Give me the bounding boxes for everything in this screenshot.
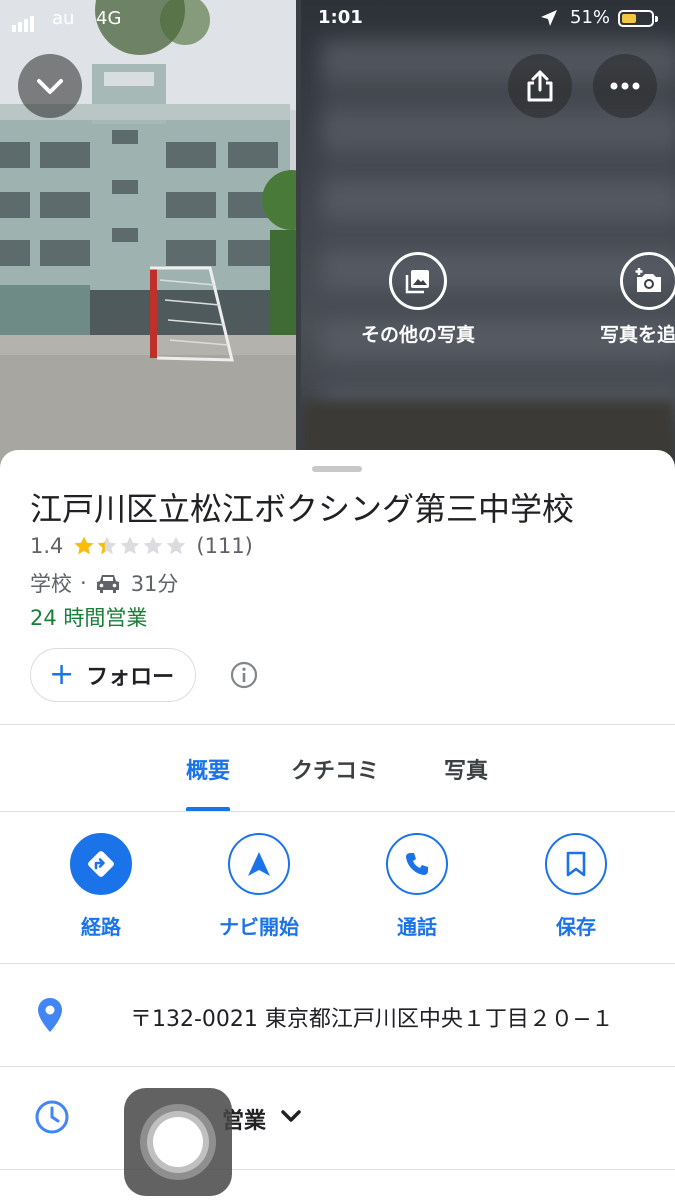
tab-overview[interactable]: 概要 xyxy=(186,753,230,785)
rating-value: 1.4 xyxy=(30,534,64,558)
rating-stars xyxy=(73,535,188,557)
phone-icon xyxy=(386,833,448,895)
tab-bar[interactable]: 概要 クチコミ 写真 xyxy=(0,725,675,811)
car-icon xyxy=(96,575,119,593)
share-button[interactable] xyxy=(508,54,572,118)
hours-status: 24 時間営業 xyxy=(30,606,148,630)
directions-button[interactable]: 経路 xyxy=(41,833,161,940)
star-icon xyxy=(75,536,94,555)
signal-strength-icon xyxy=(12,11,36,32)
follow-label: フォロー xyxy=(86,665,175,690)
divider xyxy=(0,811,675,812)
place-meta-row: 学校 · 31分 xyxy=(30,568,178,598)
photo-gallery[interactable]: au 4G 1:01 51% その他の写真 写真を追 xyxy=(0,0,675,470)
assistive-touch-button[interactable] xyxy=(124,1088,232,1196)
tab-reviews[interactable]: クチコミ xyxy=(291,753,379,785)
sheet-drag-handle[interactable] xyxy=(312,466,362,472)
action-buttons: 経路 ナビ開始 通話 保存 xyxy=(0,833,675,963)
call-label: 通話 xyxy=(397,915,437,939)
add-photo-camera-icon xyxy=(620,252,675,310)
directions-label: 経路 xyxy=(81,915,121,939)
meta-separator: · xyxy=(80,571,87,595)
photo-library-icon xyxy=(389,252,447,310)
start-navigation-button[interactable]: ナビ開始 xyxy=(199,833,319,940)
bookmark-icon xyxy=(545,833,607,895)
info-icon[interactable] xyxy=(230,661,258,689)
collapse-button[interactable] xyxy=(18,54,82,118)
place-title: 江戸川区立松江ボクシング第三中学校 xyxy=(30,490,575,528)
drive-time: 31分 xyxy=(130,572,179,596)
more-photos-button[interactable]: その他の写真 xyxy=(356,252,480,347)
share-icon xyxy=(527,70,553,102)
battery-icon xyxy=(618,10,658,27)
call-button[interactable]: 通話 xyxy=(357,833,477,940)
save-button[interactable]: 保存 xyxy=(516,833,636,940)
hours-row[interactable]: 営業 xyxy=(0,1067,675,1169)
address-text: 〒132-0021 東京都江戸川区中央１丁目２０−１ xyxy=(130,1007,614,1032)
status-bar: au 4G 1:01 51% xyxy=(0,0,675,38)
place-category: 学校 xyxy=(30,572,72,596)
star-icon xyxy=(121,536,140,555)
chevron-down-icon[interactable] xyxy=(280,1109,302,1125)
place-details-sheet[interactable]: 江戸川区立松江ボクシング第三中学校 1.4 (111) 学校 · 31分 24 … xyxy=(0,450,675,1200)
location-pin-icon xyxy=(38,998,62,1032)
review-count: (111) xyxy=(196,534,253,558)
add-photo-button[interactable]: 写真を追 xyxy=(600,252,675,347)
divider xyxy=(0,1169,675,1170)
follow-button[interactable]: + フォロー xyxy=(30,648,196,702)
carrier-name: au xyxy=(52,8,75,29)
navigation-icon xyxy=(228,833,290,895)
address-row[interactable]: 〒132-0021 東京都江戸川区中央１丁目２０−１ xyxy=(0,964,675,1066)
clock-icon xyxy=(35,1100,69,1134)
add-photo-label: 写真を追 xyxy=(600,324,675,346)
star-icon xyxy=(144,536,163,555)
plus-icon: + xyxy=(49,657,75,692)
more-horizontal-icon xyxy=(610,82,640,90)
star-icon xyxy=(98,536,117,555)
directions-icon xyxy=(70,833,132,895)
location-arrow-icon xyxy=(541,10,557,26)
battery-level xyxy=(622,14,636,23)
more-photos-label: その他の写真 xyxy=(360,324,475,346)
battery-percentage: 51% xyxy=(570,7,611,28)
chevron-down-icon xyxy=(37,79,63,94)
network-type: 4G xyxy=(96,8,122,29)
start-navigation-label: ナビ開始 xyxy=(219,915,299,939)
status-time: 1:01 xyxy=(318,7,363,28)
save-label: 保存 xyxy=(556,915,596,939)
more-options-button[interactable] xyxy=(593,54,657,118)
rating-row[interactable]: 1.4 (111) xyxy=(30,534,253,558)
tab-photos[interactable]: 写真 xyxy=(444,753,488,785)
star-icon xyxy=(167,536,186,555)
